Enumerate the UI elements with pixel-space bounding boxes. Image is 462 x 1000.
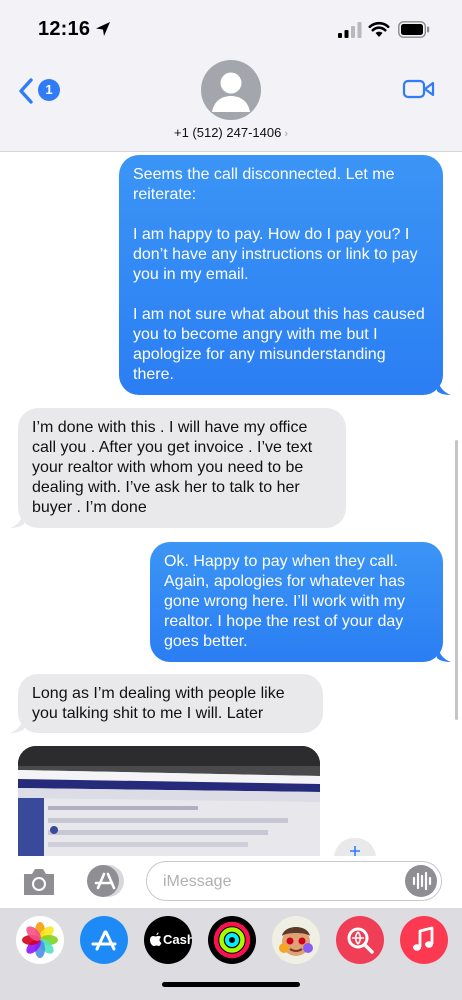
app-store-icon — [91, 930, 117, 951]
sparkle-icon — [350, 846, 360, 856]
apple-cash-app-button[interactable]: Cash — [144, 916, 192, 964]
conversation-header: 1 +1 (512) 247-1406 › — [0, 58, 462, 152]
home-indicator[interactable] — [162, 982, 300, 987]
battery-icon — [398, 21, 430, 38]
unread-badge: 1 — [38, 79, 60, 101]
image-search-icon — [347, 927, 374, 954]
monitor-photo-image — [18, 746, 320, 856]
back-button[interactable]: 1 — [18, 78, 62, 104]
photos-app-button[interactable] — [16, 916, 64, 964]
image-attachment[interactable] — [18, 746, 320, 856]
voice-message-button[interactable] — [405, 865, 437, 897]
compose-bar: iMessage — [0, 856, 462, 908]
photos-icon — [22, 922, 58, 958]
chevron-left-icon — [19, 78, 33, 104]
imessage-app-drawer: Cash — [0, 908, 462, 1000]
bubble-tail — [437, 377, 451, 395]
message-bubble-received[interactable]: I’m done with this . I will have my offi… — [18, 408, 346, 528]
bubble-tail — [437, 644, 451, 662]
message-input-placeholder: iMessage — [163, 873, 232, 890]
app-store-apps-icon[interactable] — [84, 862, 126, 900]
contact-number: +1 (512) 247-1406 — [173, 125, 282, 140]
location-arrow-icon — [96, 22, 110, 36]
scroll-indicator[interactable] — [455, 440, 458, 720]
app-store-app-button[interactable] — [80, 916, 128, 964]
message-bubble-sent[interactable]: Seems the call disconnected. Let me reit… — [119, 155, 443, 395]
contact-chevron-icon: › — [284, 128, 288, 140]
status-bar: 12:16 — [0, 0, 462, 58]
facetime-video-icon[interactable] — [402, 77, 435, 101]
activity-app-button[interactable] — [208, 916, 256, 964]
bubble-tail — [10, 715, 24, 733]
apple-cash-label: Cash — [163, 932, 192, 947]
bubble-tail — [10, 510, 24, 528]
person-icon — [212, 72, 250, 112]
wifi-icon — [368, 21, 390, 37]
status-time: 12:16 — [38, 18, 91, 40]
contact-avatar[interactable] — [201, 60, 261, 120]
message-bubble-sent[interactable]: Ok. Happy to pay when they call. Again, … — [150, 542, 443, 662]
music-app-button[interactable] — [400, 916, 448, 964]
cellular-signal-icon — [338, 22, 362, 38]
camera-icon[interactable] — [20, 864, 58, 900]
contact-name-row[interactable]: +1 (512) 247-1406 › — [0, 125, 462, 140]
image-search-app-button[interactable] — [336, 916, 384, 964]
memoji-icon — [279, 927, 313, 956]
activity-icon — [213, 921, 251, 959]
scroll-to-bottom-button[interactable] — [334, 838, 376, 858]
message-bubble-received[interactable]: Long as I’m dealing with people like you… — [18, 674, 323, 733]
message-input[interactable]: iMessage — [146, 861, 442, 901]
waveform-icon — [412, 871, 432, 891]
memoji-app-button[interactable] — [272, 916, 320, 964]
music-icon — [413, 926, 434, 951]
